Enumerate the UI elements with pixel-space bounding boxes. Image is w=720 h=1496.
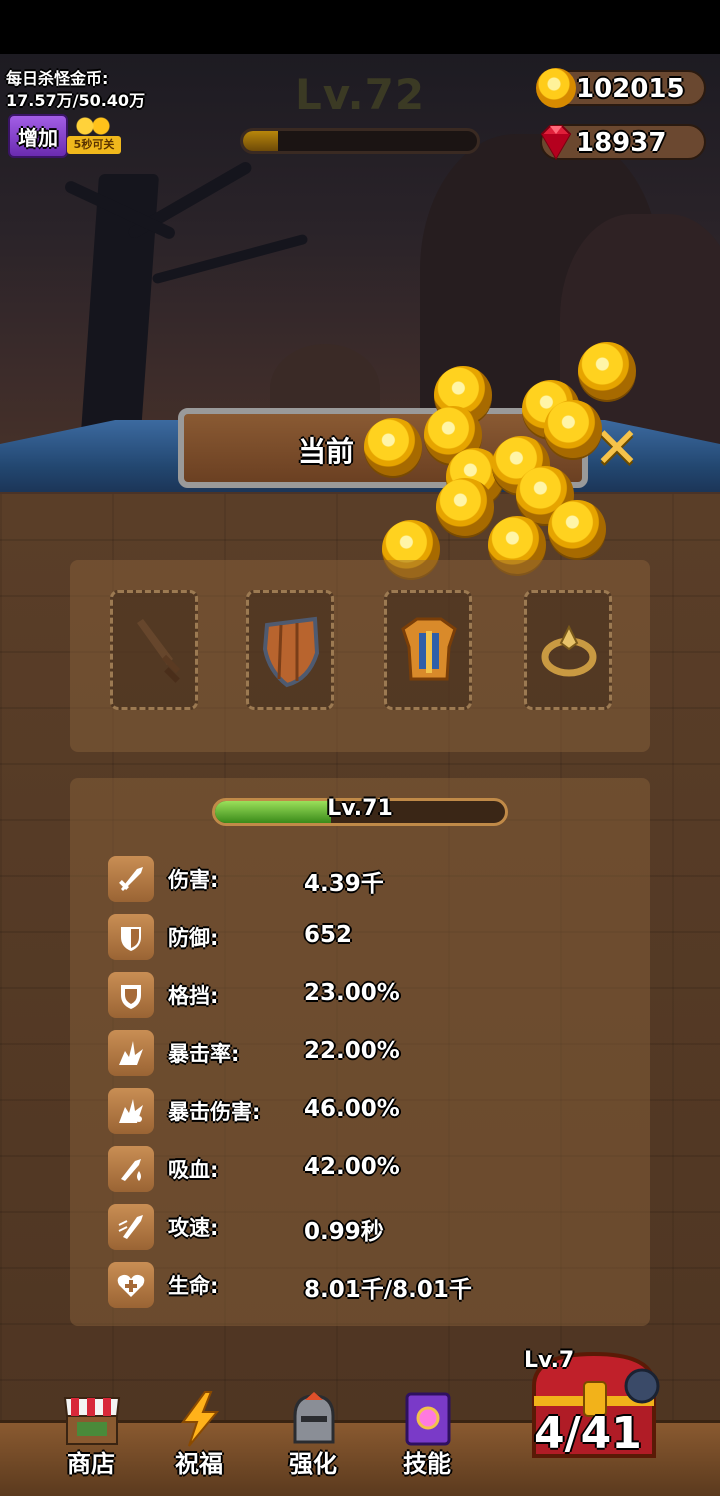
stat-label: 吸血: <box>168 1158 219 1182</box>
ruby-gem-icon <box>540 125 572 160</box>
stat-value: 23.00% <box>304 980 400 1006</box>
status-bar <box>0 0 720 54</box>
stat-value: 652 <box>304 922 353 948</box>
chest-count: 4/41 <box>534 1408 642 1459</box>
stat-value: 42.00% <box>304 1154 400 1180</box>
shop-button[interactable]: 商店 <box>46 1386 136 1486</box>
coin-icon <box>544 400 602 458</box>
stat-label: 攻速: <box>168 1216 219 1240</box>
stat-row: 生命: 8.01千/8.01千 <box>108 1262 588 1310</box>
stat-row: 防御: 652 <box>108 914 588 962</box>
stat-row: 暴击伤害: 46.00% <box>108 1088 588 1136</box>
stat-label: 防御: <box>168 926 219 950</box>
equip-slot-armor[interactable] <box>384 590 472 710</box>
equip-slot-weapon[interactable] <box>110 590 198 710</box>
crit-damage-icon <box>108 1088 154 1134</box>
lifesteal-icon <box>108 1146 154 1192</box>
coin-icon <box>436 478 494 536</box>
spellbook-icon <box>405 1392 451 1446</box>
chest-level: Lv.7 <box>524 1348 575 1373</box>
stat-label: 暴击伤害: <box>168 1100 261 1124</box>
blessing-button[interactable]: 祝福 <box>154 1386 244 1486</box>
skills-label: 技能 <box>403 1450 451 1478</box>
gold-amount: 102015 <box>576 74 685 104</box>
group-icon <box>73 116 113 138</box>
skip-badge-label: 5秒可关 <box>67 136 121 154</box>
shield-half-icon <box>108 914 154 960</box>
sword-icon <box>108 856 154 902</box>
gold-coin-icon <box>536 68 576 108</box>
stat-value: 46.00% <box>304 1096 400 1122</box>
stat-label: 生命: <box>168 1274 219 1298</box>
player-level: Lv.72 <box>294 70 426 119</box>
stat-row: 暴击率: 22.00% <box>108 1030 588 1078</box>
gem-amount: 18937 <box>576 128 667 158</box>
coin-icon <box>364 418 422 476</box>
level-progress-fill <box>243 131 279 151</box>
stat-value: 8.01千/8.01千 <box>304 1277 472 1303</box>
stat-value: 4.39千 <box>304 871 384 897</box>
stat-label: 伤害: <box>168 868 219 892</box>
blessing-label: 祝福 <box>175 1450 223 1478</box>
stat-row: 吸血: 42.00% <box>108 1146 588 1194</box>
block-shield-icon <box>108 972 154 1018</box>
stat-row: 攻速: 0.99秒 <box>108 1204 588 1252</box>
stat-label: 暴击率: <box>168 1042 240 1066</box>
stat-value: 22.00% <box>304 1038 400 1064</box>
lightning-icon <box>181 1391 220 1447</box>
skip-ad-badge[interactable]: 5秒可关 <box>67 116 121 156</box>
crit-burst-icon <box>108 1030 154 1076</box>
helmet-icon <box>293 1392 335 1444</box>
gold-counter[interactable]: 102015 <box>536 68 706 108</box>
ring-icon <box>541 624 597 677</box>
coin-icon <box>548 500 606 558</box>
stat-row: 格挡: 23.00% <box>108 972 588 1020</box>
skills-button[interactable]: 技能 <box>382 1386 472 1486</box>
equip-slot-shield[interactable] <box>246 590 334 710</box>
daily-gold-info: 每日杀怪金币: 17.57万/50.40万 <box>6 68 145 112</box>
daily-gold-label: 每日杀怪金币: <box>6 69 109 88</box>
heart-plus-icon <box>108 1262 154 1308</box>
stat-row: 伤害: 4.39千 <box>108 856 588 904</box>
attack-speed-icon <box>108 1204 154 1250</box>
equip-slot-ring[interactable] <box>524 590 612 710</box>
shop-label: 商店 <box>67 1450 115 1478</box>
coin-icon <box>578 342 636 400</box>
level-progress-bar <box>240 128 480 154</box>
enhance-button[interactable]: 强化 <box>268 1386 358 1486</box>
sword-icon <box>137 619 181 683</box>
gem-counter[interactable]: 18937 <box>540 124 706 160</box>
daily-gold-value: 17.57万/50.40万 <box>6 91 146 110</box>
shop-stall-icon <box>63 1397 121 1445</box>
enhance-label: 强化 <box>289 1450 337 1478</box>
stat-value: 0.99秒 <box>304 1219 384 1245</box>
armor-icon <box>401 617 457 681</box>
banner-title: 当前 <box>298 435 355 468</box>
stat-label: 格挡: <box>168 984 219 1008</box>
wooden-shield-icon <box>262 616 320 688</box>
equipment-level-label: Lv.71 <box>327 796 393 821</box>
add-button[interactable]: 增加 <box>8 114 68 158</box>
